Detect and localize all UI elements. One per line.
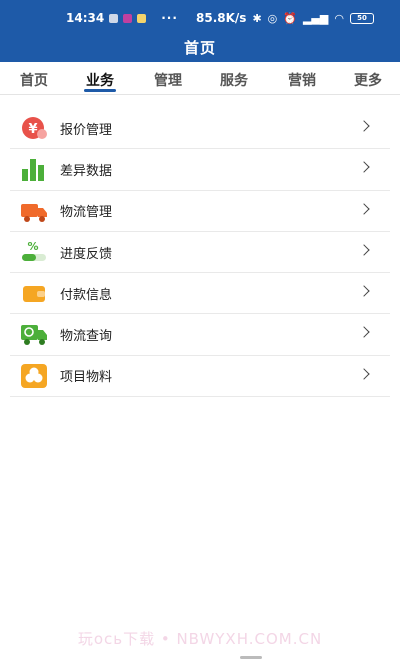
menu-item-label: 物流管理 xyxy=(60,205,113,221)
app-notification-icon xyxy=(123,13,133,23)
business-menu-list: ¥ 报价管理 差异数据 物流管理 % 进度反馈 付款信息 物流查询 项目物料 xyxy=(10,108,390,398)
menu-item-label: 报价管理 xyxy=(60,122,113,138)
svg-text:¥: ¥ xyxy=(28,122,37,137)
battery-icon: 50 xyxy=(349,12,374,24)
tab-business[interactable]: 业务 xyxy=(86,70,114,90)
truck-icon xyxy=(21,203,47,222)
menu-item-progress-feedback[interactable]: % 进度反馈 xyxy=(10,232,390,274)
menu-item-payment-info[interactable]: 付款信息 xyxy=(10,273,390,315)
signal-icon: ▂▄▆ xyxy=(302,11,329,25)
chevron-right-icon xyxy=(358,368,370,380)
status-time: 14:34 xyxy=(66,11,105,25)
chevron-right-icon xyxy=(358,285,370,297)
chevron-right-icon xyxy=(358,244,370,256)
bluetooth-icon: ✱ xyxy=(252,11,262,25)
wallet-icon xyxy=(23,286,45,303)
materials-icon xyxy=(21,363,47,388)
chevron-right-icon xyxy=(358,120,370,132)
tab-management[interactable]: 管理 xyxy=(154,70,182,90)
chevron-right-icon xyxy=(358,326,370,339)
network-speed: 85.8K/s xyxy=(196,11,247,25)
truck-search-icon xyxy=(21,325,47,346)
menu-item-quote-management[interactable]: ¥ 报价管理 xyxy=(10,108,390,150)
app-header: 14:34 ··· 85.8K/s ✱ ◎ ⏰ ▂▄▆ ◠ 50 首页 xyxy=(0,0,400,62)
menu-item-logistics-management[interactable]: 物流管理 xyxy=(10,191,390,232)
menu-item-label: 付款信息 xyxy=(60,287,113,303)
menu-item-difference-data[interactable]: 差异数据 xyxy=(10,149,390,191)
menu-item-label: 进度反馈 xyxy=(60,246,113,262)
menu-item-label: 差异数据 xyxy=(60,163,113,179)
status-bar: 14:34 ··· 85.8K/s ✱ ◎ ⏰ ▂▄▆ ◠ 50 xyxy=(0,0,400,36)
menu-item-logistics-query[interactable]: 物流查询 xyxy=(10,314,390,356)
alarm-icon: ⏰ xyxy=(283,11,297,25)
page-title: 首页 xyxy=(183,39,216,57)
nfc-icon: ◎ xyxy=(267,11,278,25)
tab-home[interactable]: 首页 xyxy=(20,70,48,90)
chevron-right-icon xyxy=(358,161,370,173)
tab-bar: 首页 业务 管理 服务 营销 更多 xyxy=(0,62,400,95)
active-tab-indicator xyxy=(84,89,116,92)
wifi-icon: ◠ xyxy=(334,11,344,25)
tab-service[interactable]: 服务 xyxy=(220,70,248,90)
chevron-right-icon xyxy=(358,202,370,215)
message-icon xyxy=(137,13,147,23)
progress-icon: % xyxy=(22,240,46,261)
tab-more[interactable]: 更多 xyxy=(354,70,382,90)
menu-item-label: 物流查询 xyxy=(60,329,113,345)
quote-icon: ¥ xyxy=(22,117,47,139)
menu-item-label: 项目物料 xyxy=(60,370,113,386)
svg-text:%: % xyxy=(27,240,38,253)
home-indicator xyxy=(240,656,262,659)
notification-icon xyxy=(109,13,119,23)
more-notifications-icon: ··· xyxy=(161,11,178,25)
menu-item-project-materials[interactable]: 项目物料 xyxy=(10,356,390,398)
bar-chart-icon xyxy=(22,159,44,182)
tab-marketing[interactable]: 营销 xyxy=(288,70,316,90)
watermark: 玩ось下载 • NBWYXH.COM.CN xyxy=(77,630,323,648)
